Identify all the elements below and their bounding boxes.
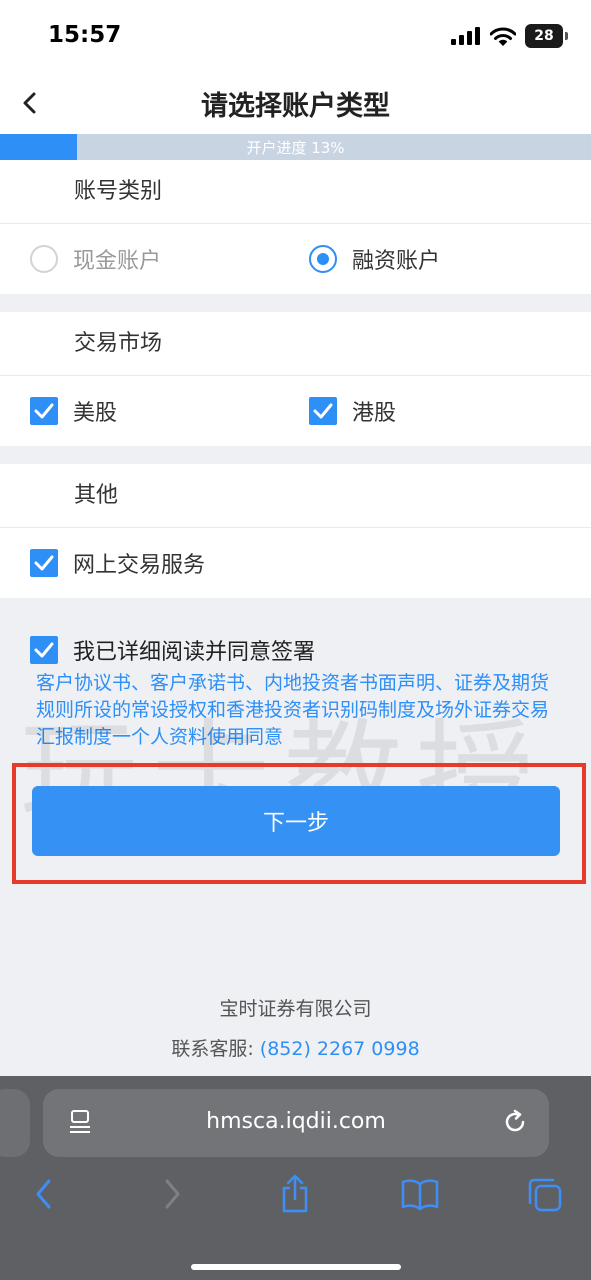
cash-account-option[interactable]: 现金账户	[30, 224, 161, 294]
browser-back-icon[interactable]	[32, 1176, 56, 1212]
status-bar: 15:57 28	[0, 0, 591, 72]
next-step-button[interactable]: 下一步	[32, 786, 560, 856]
market-section: 交易市场 美股 港股	[0, 312, 591, 446]
cellular-signal-icon	[451, 27, 480, 45]
url-bar[interactable]: hmsca.iqdii.com	[43, 1089, 549, 1157]
account-type-section: 账号类别 现金账户 融资账户	[0, 160, 591, 294]
hotline: 联系客服: (852) 2267 0998	[0, 1034, 591, 1061]
browser-forward-icon[interactable]	[160, 1176, 184, 1212]
share-icon[interactable]	[278, 1174, 312, 1214]
market-options: 美股 港股	[0, 376, 591, 446]
status-time: 15:57	[48, 22, 122, 48]
us-stock-label: 美股	[73, 401, 118, 426]
radio-unselected-icon[interactable]	[30, 245, 58, 273]
other-title: 其他	[0, 464, 591, 528]
screen: 15:57 28 请选择账户类型 开户进度 13% 账号类别 现金账户 融资账户…	[0, 0, 591, 1280]
company-name: 宝时证券有限公司	[219, 998, 372, 1020]
hotline-label: 联系客服:	[171, 1038, 254, 1060]
online-trading-label: 网上交易服务	[73, 553, 206, 578]
hk-stock-option[interactable]: 港股	[309, 376, 396, 446]
checkbox-checked-icon[interactable]	[309, 397, 337, 425]
reload-icon[interactable]	[501, 1108, 529, 1136]
agreement-checkbox-icon[interactable]	[30, 636, 58, 664]
radio-selected-icon[interactable]	[309, 245, 337, 273]
home-indicator	[191, 1264, 401, 1270]
hk-stock-label: 港股	[352, 401, 397, 426]
account-type-title: 账号类别	[0, 160, 591, 224]
cash-account-label: 现金账户	[73, 249, 162, 274]
checkbox-checked-icon[interactable]	[30, 549, 58, 577]
nav-header: 请选择账户类型	[0, 72, 591, 134]
checkbox-checked-icon[interactable]	[30, 397, 58, 425]
url-text: hmsca.iqdii.com	[206, 1109, 386, 1134]
account-type-options: 现金账户 融资账户	[0, 224, 591, 294]
status-icons: 28	[451, 24, 568, 48]
margin-account-label: 融资账户	[352, 249, 441, 274]
previous-tab-preview[interactable]	[0, 1089, 30, 1157]
tabs-icon[interactable]	[526, 1176, 564, 1214]
other-section: 其他 网上交易服务	[0, 464, 591, 598]
agreement-row[interactable]: 我已详细阅读并同意签署	[30, 634, 315, 666]
battery-icon: 28	[525, 24, 568, 48]
progress-label: 开户进度 13%	[246, 139, 345, 157]
browser-toolbar: hmsca.iqdii.com	[0, 1076, 591, 1280]
wifi-icon	[490, 27, 516, 46]
bookmarks-icon[interactable]	[400, 1176, 440, 1212]
margin-account-option[interactable]: 融资账户	[309, 224, 440, 294]
online-trading-option[interactable]: 网上交易服务	[30, 528, 205, 598]
other-options: 网上交易服务	[0, 528, 591, 598]
progress-bar: 开户进度 13%	[0, 134, 591, 160]
page-title: 请选择账户类型	[201, 91, 390, 122]
agreement-label: 我已详细阅读并同意签署	[73, 640, 316, 665]
us-stock-option[interactable]: 美股	[30, 376, 117, 446]
hotline-number-link[interactable]: (852) 2267 0998	[260, 1038, 420, 1060]
market-title: 交易市场	[0, 312, 591, 376]
